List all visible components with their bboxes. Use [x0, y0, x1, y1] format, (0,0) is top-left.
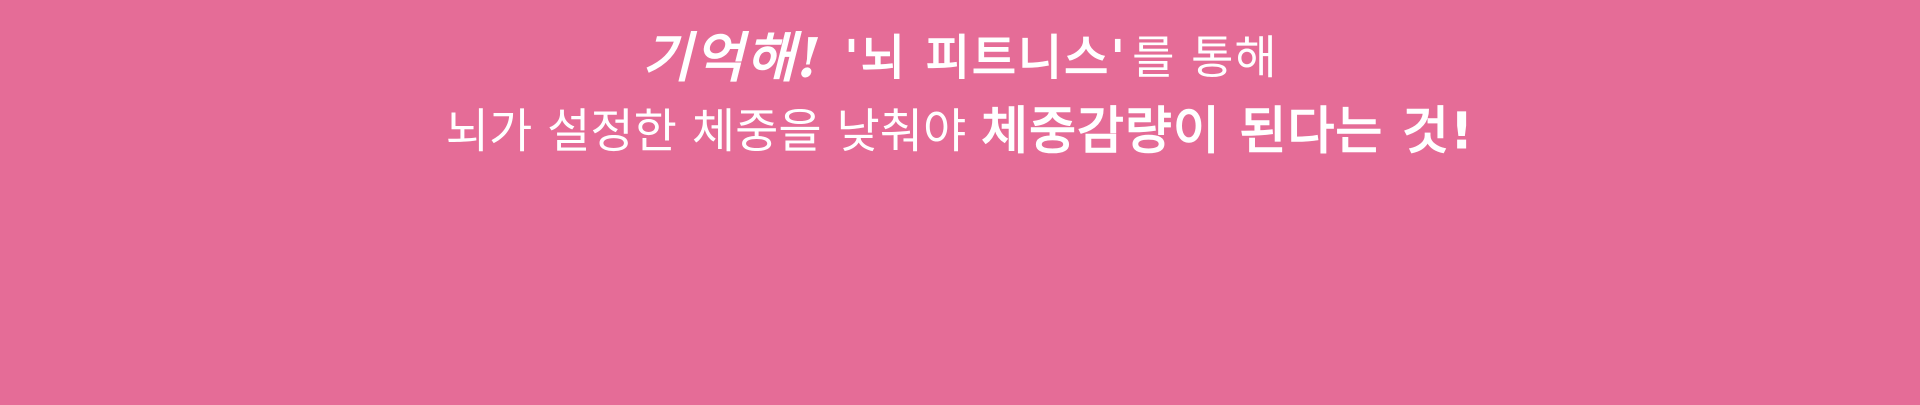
headline-line-2: 뇌가 설정한 체중을 낮춰야 체중감량이 된다는 것! [0, 100, 1920, 165]
weight-loss-emphasis: 체중감량이 된다는 것! [981, 102, 1475, 162]
handwritten-remember-text: 기억해! [642, 25, 824, 90]
headline-line-1: 기억해! '뇌 피트니스' 를 통해 [0, 12, 1920, 103]
brain-fitness-title: '뇌 피트니스' [844, 29, 1128, 86]
brain-setpoint-text: 뇌가 설정한 체중을 낮춰야 [445, 104, 982, 160]
hero-banner: 기억해! '뇌 피트니스' 를 통해 뇌가 설정한 체중을 낮춰야 체중감량이 … [0, 0, 1920, 405]
through-suffix: 를 통해 [1132, 30, 1278, 85]
